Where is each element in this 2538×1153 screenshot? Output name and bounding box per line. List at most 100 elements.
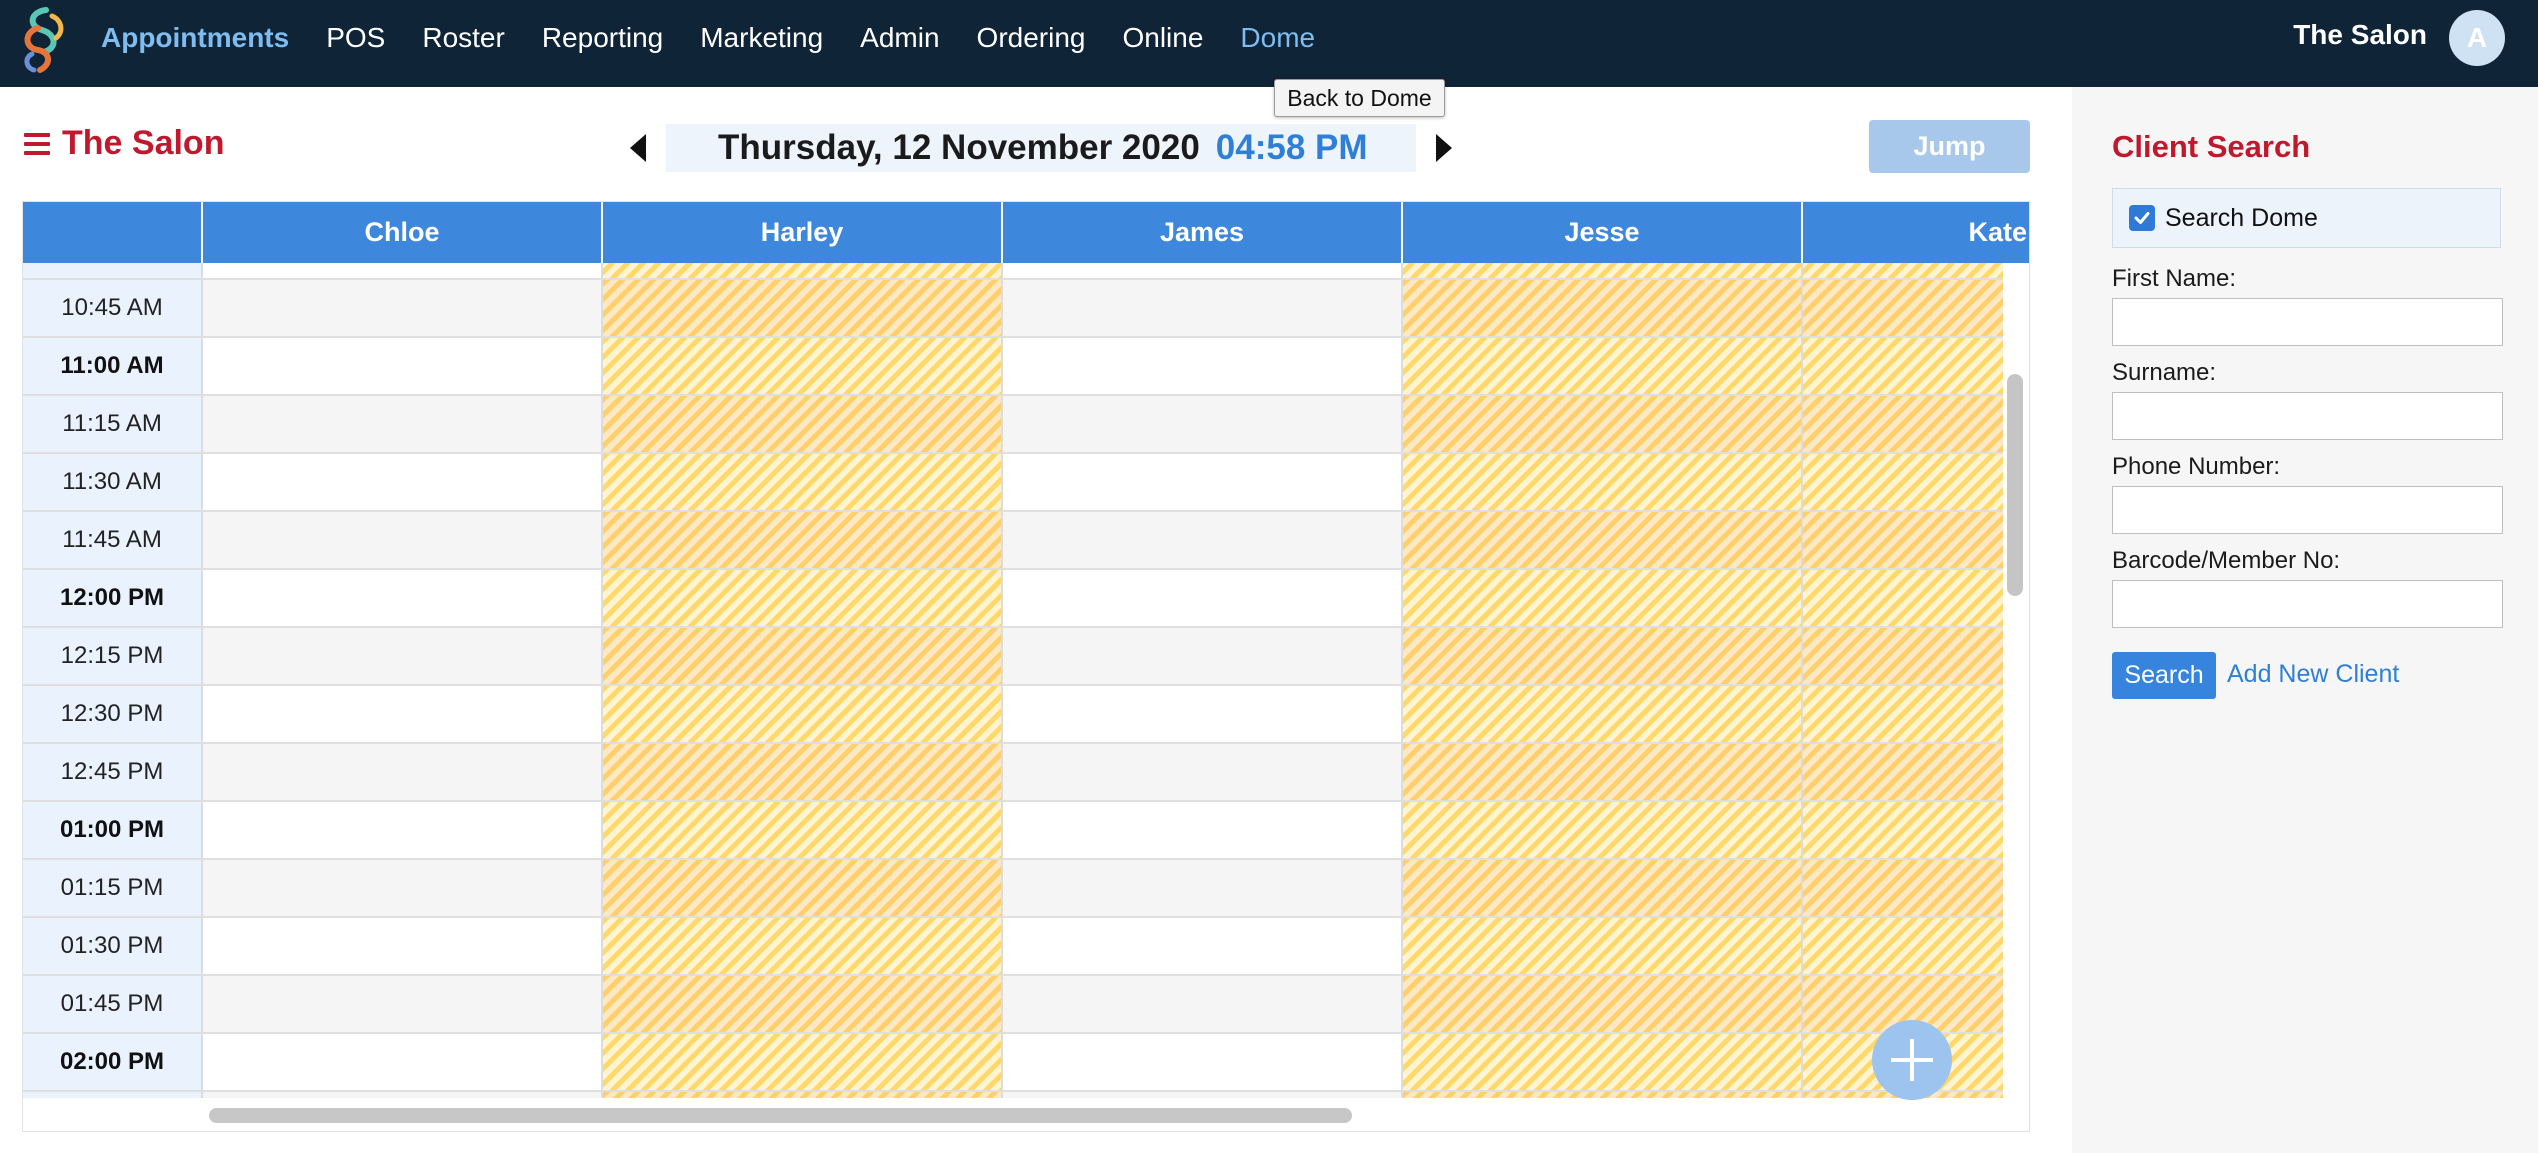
slot-cell-chloe[interactable] bbox=[203, 454, 603, 510]
slot-cell-kate[interactable] bbox=[1803, 396, 2003, 452]
slot-cell-harley[interactable] bbox=[603, 686, 1003, 742]
slot-cell-james[interactable] bbox=[1003, 744, 1403, 800]
slot-cell-james[interactable] bbox=[1003, 454, 1403, 510]
slot-cell-kate[interactable] bbox=[1803, 338, 2003, 394]
staff-header-jesse[interactable]: Jesse bbox=[1403, 202, 1803, 263]
calendar-body[interactable]: 10:30 AM 10:45 AM11:00 AM11:15 AM11:30 AM… bbox=[23, 263, 2003, 1131]
previous-day-arrow-icon[interactable] bbox=[630, 134, 646, 162]
nav-marketing[interactable]: Marketing bbox=[700, 22, 823, 54]
hamburger-menu-icon[interactable] bbox=[24, 132, 50, 155]
slot-cell-jesse[interactable] bbox=[1403, 802, 1803, 858]
slot-cell-harley[interactable] bbox=[603, 454, 1003, 510]
slot-cell-harley[interactable] bbox=[603, 396, 1003, 452]
slot-cell-harley[interactable] bbox=[603, 744, 1003, 800]
search-dome-option[interactable]: Search Dome bbox=[2112, 188, 2501, 248]
slot-cell-chloe[interactable] bbox=[203, 860, 603, 916]
slot-cell-james[interactable] bbox=[1003, 976, 1403, 1032]
jump-button[interactable]: Jump bbox=[1869, 120, 2030, 173]
slot-cell-kate[interactable] bbox=[1803, 860, 2003, 916]
user-avatar[interactable]: A bbox=[2449, 10, 2505, 66]
slot-cell-james[interactable] bbox=[1003, 802, 1403, 858]
add-new-client-link[interactable]: Add New Client bbox=[2227, 660, 2399, 689]
add-appointment-button[interactable] bbox=[1872, 1020, 1952, 1100]
slot-cell-harley[interactable] bbox=[603, 280, 1003, 336]
slot-cell-chloe[interactable] bbox=[203, 280, 603, 336]
search-dome-checkbox[interactable] bbox=[2129, 205, 2155, 231]
nav-ordering[interactable]: Ordering bbox=[977, 22, 1086, 54]
slot-cell-harley[interactable] bbox=[603, 802, 1003, 858]
slot-cell-harley[interactable] bbox=[603, 976, 1003, 1032]
staff-header-kate[interactable]: Kate bbox=[1803, 202, 2027, 263]
slot-cell-jesse[interactable] bbox=[1403, 918, 1803, 974]
slot-cell-chloe[interactable] bbox=[203, 396, 603, 452]
surname-field[interactable] bbox=[2112, 392, 2503, 440]
slot-cell-chloe[interactable] bbox=[203, 570, 603, 626]
slot-cell-jesse[interactable] bbox=[1403, 744, 1803, 800]
slot-cell-jesse[interactable] bbox=[1403, 396, 1803, 452]
slot-cell-jesse[interactable] bbox=[1403, 570, 1803, 626]
slot-cell-harley[interactable] bbox=[603, 860, 1003, 916]
slot-cell-chloe[interactable] bbox=[203, 1034, 603, 1090]
slot-cell-jesse[interactable] bbox=[1403, 1034, 1803, 1090]
slot-cell-kate[interactable] bbox=[1803, 570, 2003, 626]
slot-cell-harley[interactable] bbox=[603, 512, 1003, 568]
slot-cell-chloe[interactable] bbox=[203, 802, 603, 858]
slot-cell-kate[interactable] bbox=[1803, 686, 2003, 742]
slot-cell-harley[interactable] bbox=[603, 628, 1003, 684]
nav-admin[interactable]: Admin bbox=[860, 22, 939, 54]
slot-cell-james[interactable] bbox=[1003, 918, 1403, 974]
phone-number-field[interactable] bbox=[2112, 486, 2503, 534]
nav-appointments[interactable]: Appointments bbox=[101, 22, 289, 54]
slot-cell-harley[interactable] bbox=[603, 338, 1003, 394]
slot-cell-chloe[interactable] bbox=[203, 744, 603, 800]
slot-cell-harley[interactable] bbox=[603, 263, 1003, 278]
slot-cell-chloe[interactable] bbox=[203, 263, 603, 278]
slot-cell-jesse[interactable] bbox=[1403, 686, 1803, 742]
slot-cell-chloe[interactable] bbox=[203, 918, 603, 974]
slot-cell-kate[interactable] bbox=[1803, 512, 2003, 568]
slot-cell-harley[interactable] bbox=[603, 918, 1003, 974]
slot-cell-james[interactable] bbox=[1003, 628, 1403, 684]
staff-header-james[interactable]: James bbox=[1003, 202, 1403, 263]
nav-reporting[interactable]: Reporting bbox=[542, 22, 663, 54]
slot-cell-james[interactable] bbox=[1003, 860, 1403, 916]
slot-cell-kate[interactable] bbox=[1803, 802, 2003, 858]
slot-cell-james[interactable] bbox=[1003, 280, 1403, 336]
slot-cell-kate[interactable] bbox=[1803, 744, 2003, 800]
nav-pos[interactable]: POS bbox=[326, 22, 385, 54]
nav-dome[interactable]: Dome bbox=[1240, 22, 1315, 54]
slot-cell-jesse[interactable] bbox=[1403, 628, 1803, 684]
staff-header-chloe[interactable]: Chloe bbox=[203, 202, 603, 263]
app-logo-icon[interactable] bbox=[16, 6, 72, 74]
slot-cell-chloe[interactable] bbox=[203, 512, 603, 568]
slot-cell-jesse[interactable] bbox=[1403, 263, 1803, 278]
salon-name[interactable]: The Salon bbox=[2293, 19, 2427, 51]
slot-cell-harley[interactable] bbox=[603, 1034, 1003, 1090]
slot-cell-jesse[interactable] bbox=[1403, 280, 1803, 336]
slot-cell-jesse[interactable] bbox=[1403, 860, 1803, 916]
slot-cell-james[interactable] bbox=[1003, 263, 1403, 278]
nav-online[interactable]: Online bbox=[1122, 22, 1203, 54]
slot-cell-chloe[interactable] bbox=[203, 976, 603, 1032]
slot-cell-james[interactable] bbox=[1003, 396, 1403, 452]
slot-cell-kate[interactable] bbox=[1803, 263, 2003, 278]
slot-cell-jesse[interactable] bbox=[1403, 338, 1803, 394]
slot-cell-harley[interactable] bbox=[603, 570, 1003, 626]
slot-cell-james[interactable] bbox=[1003, 686, 1403, 742]
slot-cell-kate[interactable] bbox=[1803, 918, 2003, 974]
nav-roster[interactable]: Roster bbox=[422, 22, 504, 54]
slot-cell-kate[interactable] bbox=[1803, 454, 2003, 510]
slot-cell-chloe[interactable] bbox=[203, 686, 603, 742]
slot-cell-james[interactable] bbox=[1003, 1034, 1403, 1090]
salon-menu-toggle[interactable]: The Salon bbox=[24, 124, 224, 163]
horizontal-scrollbar[interactable] bbox=[209, 1108, 1352, 1123]
slot-cell-kate[interactable] bbox=[1803, 628, 2003, 684]
slot-cell-james[interactable] bbox=[1003, 338, 1403, 394]
staff-header-harley[interactable]: Harley bbox=[603, 202, 1003, 263]
next-day-arrow-icon[interactable] bbox=[1435, 134, 1452, 162]
slot-cell-jesse[interactable] bbox=[1403, 454, 1803, 510]
date-display[interactable]: Thursday, 12 November 2020 04:58 PM bbox=[666, 124, 1416, 172]
slot-cell-chloe[interactable] bbox=[203, 628, 603, 684]
slot-cell-james[interactable] bbox=[1003, 570, 1403, 626]
slot-cell-jesse[interactable] bbox=[1403, 976, 1803, 1032]
